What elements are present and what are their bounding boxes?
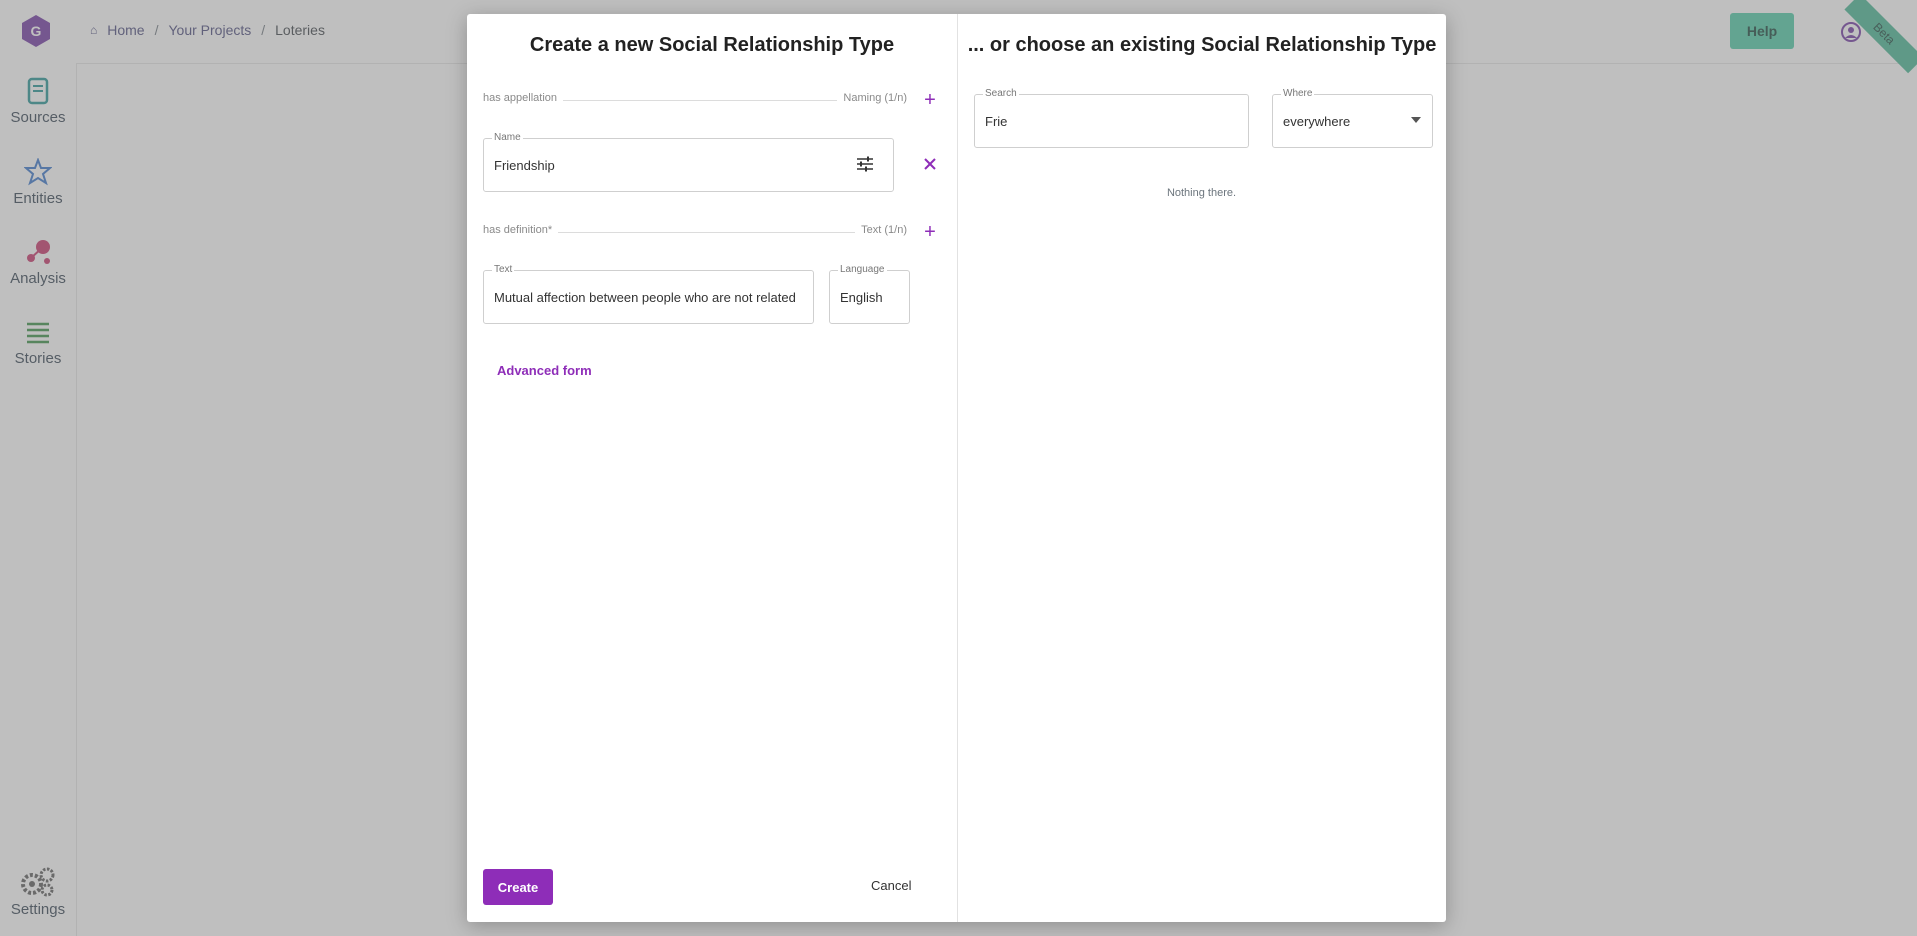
definition-type: Text (1/n) <box>855 224 907 236</box>
where-value[interactable]: everywhere <box>1283 114 1350 129</box>
pane-divider <box>957 14 958 922</box>
text-field-label: Text <box>492 264 515 275</box>
text-field-value[interactable]: Mutual affection between people who are … <box>494 290 805 305</box>
search-value[interactable]: Frie <box>985 114 1007 129</box>
create-or-choose-dialog: Create a new Social Relationship Type ha… <box>467 14 1446 922</box>
search-label: Search <box>983 88 1019 99</box>
search-input[interactable]: Search Frie <box>974 88 1249 148</box>
cancel-button[interactable]: Cancel <box>871 878 911 893</box>
sliders-icon[interactable] <box>856 156 874 172</box>
appellation-type: Naming (1/n) <box>837 92 907 104</box>
create-button[interactable]: Create <box>483 869 553 905</box>
definition-section: has definition* Text (1/n) <box>483 224 907 240</box>
where-label: Where <box>1281 88 1315 99</box>
caret-down-icon[interactable] <box>1411 117 1421 123</box>
appellation-section: has appellation Naming (1/n) <box>483 92 907 108</box>
name-field-value[interactable]: Friendship <box>494 158 555 173</box>
definition-label: has definition* <box>483 224 559 236</box>
advanced-form-link[interactable]: Advanced form <box>497 363 592 378</box>
text-field[interactable]: Text Mutual affection between people who… <box>483 264 814 324</box>
language-field[interactable]: Language English <box>829 264 910 324</box>
remove-name-icon[interactable] <box>923 157 937 171</box>
choose-title: ... or choose an existing Social Relatio… <box>967 34 1437 56</box>
name-field[interactable]: Name Friendship <box>483 132 894 192</box>
name-field-label: Name <box>492 132 523 143</box>
where-select[interactable]: Where everywhere <box>1272 88 1433 148</box>
add-appellation-button[interactable]: + <box>921 90 939 110</box>
language-field-value[interactable]: English <box>840 290 883 305</box>
create-title: Create a new Social Relationship Type <box>529 34 895 56</box>
language-field-label: Language <box>838 264 887 275</box>
appellation-label: has appellation <box>483 92 564 104</box>
add-definition-button[interactable]: + <box>921 222 939 242</box>
empty-results-message: Nothing there. <box>1166 187 1237 199</box>
